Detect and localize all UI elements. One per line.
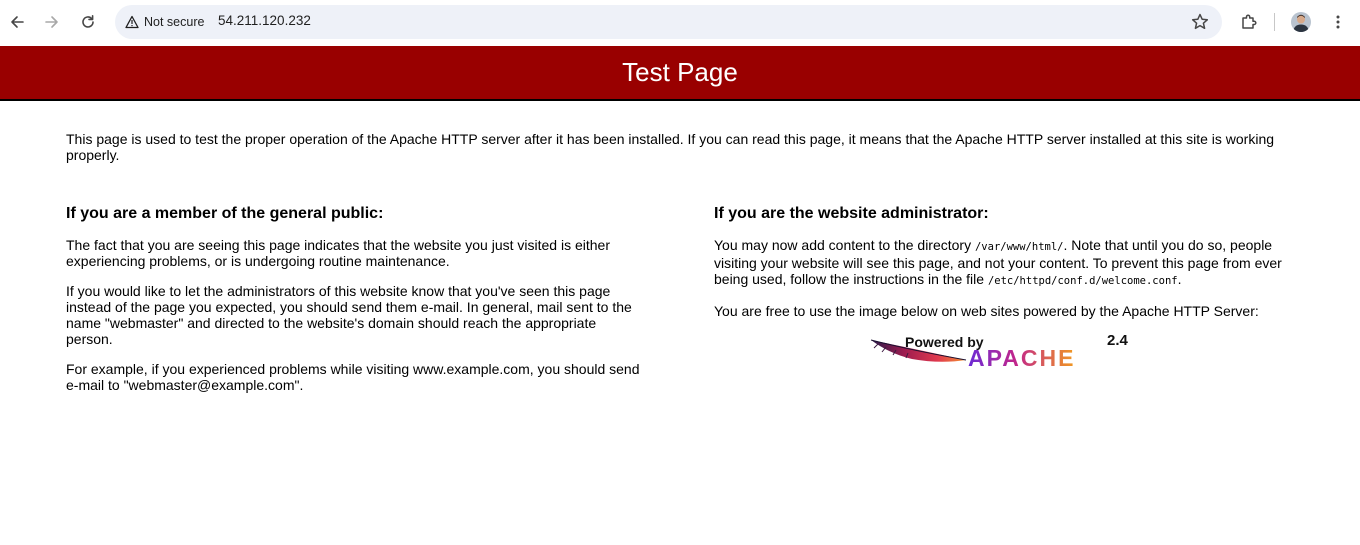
address-bar[interactable]: Not secure 54.211.120.232	[115, 5, 1222, 39]
admin-text: .	[1177, 271, 1182, 287]
reload-icon	[82, 15, 94, 28]
public-section: If you are a member of the general publi…	[66, 205, 646, 407]
admin-heading: If you are the website administrator:	[714, 205, 989, 222]
forward-icon	[45, 16, 58, 28]
admin-paragraph-2: You are free to use the image below on w…	[714, 303, 1259, 319]
security-indicator[interactable]: Not secure	[119, 9, 211, 35]
html-dir-path: /var/www/html/	[974, 241, 1064, 253]
back-button[interactable]	[3, 8, 31, 36]
toolbar-separator	[1274, 13, 1275, 31]
profile-avatar[interactable]	[1291, 12, 1311, 32]
apache-version: 2.4	[1107, 332, 1128, 349]
page-content: This page is used to test the proper ope…	[66, 131, 1294, 393]
security-label: Not secure	[144, 15, 205, 29]
public-paragraph-3: For example, if you experienced problems…	[66, 361, 640, 393]
extensions-icon	[1242, 14, 1257, 29]
page-title: Test Page	[622, 57, 738, 87]
admin-text: You may now add content to the directory	[714, 237, 975, 253]
intro-paragraph: This page is used to test the proper ope…	[66, 131, 1275, 163]
powered-by-apache-badge: Powered by 2.4 APACHE	[870, 332, 1134, 371]
apache-brand-text: APACHE	[968, 345, 1076, 371]
back-icon	[11, 16, 24, 28]
forward-button[interactable]	[38, 8, 66, 36]
warning-triangle-icon	[125, 15, 139, 29]
url-text[interactable]: 54.211.120.232	[218, 13, 311, 28]
browser-toolbar: Not secure 54.211.120.232	[0, 0, 1360, 44]
admin-section: If you are the website administrator: Yo…	[714, 205, 1294, 333]
admin-paragraph-1: You may now add content to the directory…	[714, 237, 1294, 289]
menu-dots-icon	[1336, 15, 1340, 29]
page-banner: Test Page	[0, 46, 1360, 101]
welcome-conf-path: /etc/httpd/conf.d/welcome.conf	[987, 275, 1178, 287]
public-paragraph-2: If you would like to let the administrat…	[66, 283, 632, 347]
star-icon[interactable]	[1190, 12, 1210, 32]
public-paragraph-1: The fact that you are seeing this page i…	[66, 237, 610, 269]
extensions-button[interactable]	[1235, 8, 1263, 36]
public-heading: If you are a member of the general publi…	[66, 205, 384, 222]
reload-button[interactable]	[74, 8, 102, 36]
menu-button[interactable]	[1324, 8, 1352, 36]
